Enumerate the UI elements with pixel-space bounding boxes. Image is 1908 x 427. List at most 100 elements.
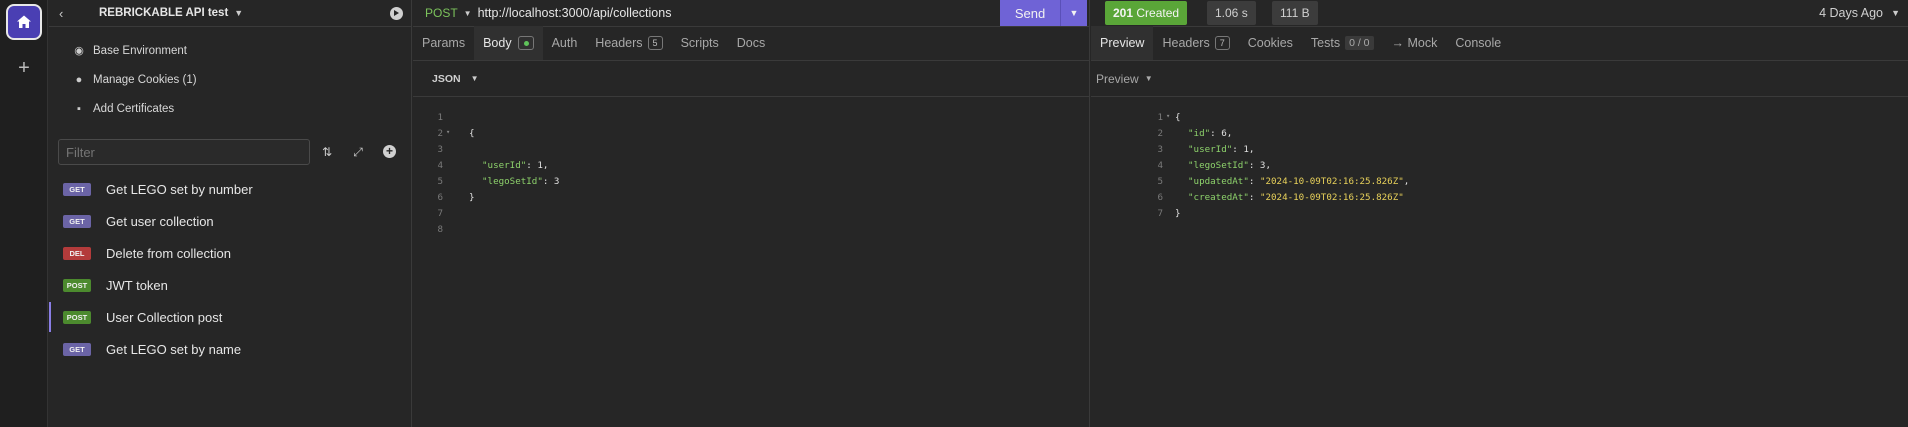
tab-body[interactable]: Body (474, 26, 543, 60)
tab-mock[interactable]: → Mock (1383, 26, 1447, 60)
app-rail: + (0, 0, 48, 427)
filter-input[interactable] (58, 139, 310, 165)
request-item-active[interactable]: POST User Collection post (49, 302, 411, 332)
request-name: Delete from collection (106, 245, 231, 261)
send-options-chevron-icon[interactable]: ▼ (1060, 0, 1087, 26)
code-line: "userId": 1, (1188, 144, 1254, 155)
request-item[interactable]: GET Get user collection (49, 206, 411, 236)
response-tabs: Preview Headers 7 Cookies Tests 0 / 0 → Mo… (1091, 26, 1908, 61)
tab-tests[interactable]: Tests 0 / 0 (1302, 26, 1383, 60)
manage-cookies-item[interactable]: ● Manage Cookies (1) (73, 70, 197, 90)
request-item[interactable]: DEL Delete from collection (49, 238, 411, 268)
method-badge: GET (63, 342, 91, 356)
add-workspace-button[interactable]: + (12, 56, 36, 80)
response-body-viewer: 1 2 3 4 5 6 7 ▾ { "id": 6, "userId": 1, … (1091, 112, 1908, 222)
json-value: , (1403, 176, 1410, 187)
chevron-down-icon[interactable]: ▼ (471, 74, 479, 83)
send-label: Send (1014, 5, 1046, 21)
tab-scripts[interactable]: Scripts (672, 26, 728, 60)
back-icon[interactable]: ‹ (59, 6, 79, 21)
manage-cookies-label: Manage Cookies (1) (93, 74, 197, 86)
request-item[interactable]: GET Get LEGO set by number (49, 174, 411, 204)
tab-label: Body (483, 36, 512, 50)
sidebar: ‹ REBRICKABLE API test ▼ ◉ Base Environm… (49, 0, 412, 427)
tab-console[interactable]: Console (1446, 26, 1510, 60)
method-badge: DEL (63, 246, 91, 260)
tab-label: → Mock (1391, 36, 1438, 50)
method-select[interactable]: POST (425, 6, 458, 20)
json-colon: : (1248, 176, 1260, 187)
request-body-editor[interactable]: 1 2 3 4 5 6 7 8 ▾ { "userId": 1, "legoSe… (413, 112, 1090, 235)
tab-params[interactable]: Params (413, 26, 474, 60)
status-badge: 201 Created (1105, 1, 1188, 25)
json-key: "id" (1188, 128, 1211, 139)
tab-cookies[interactable]: Cookies (1239, 26, 1302, 60)
method-badge: GET (63, 182, 91, 196)
collection-title[interactable]: REBRICKABLE API test (99, 7, 228, 19)
plus-icon: + (18, 57, 30, 79)
request-name: Get user collection (106, 213, 214, 229)
add-request-button[interactable]: + (383, 145, 396, 158)
line-number: 3 (1157, 144, 1163, 155)
code-line: "legoSetId": 3, (1188, 160, 1271, 171)
url-input[interactable]: http://localhost:3000/api/collections (478, 6, 672, 20)
headers-count-badge: 5 (647, 36, 663, 50)
tab-label: Headers (1162, 36, 1210, 50)
globe-icon: ◉ (74, 45, 84, 57)
request-item[interactable]: GET Get LEGO set by name (49, 334, 411, 364)
base-environment-item[interactable]: ◉ Base Environment (73, 41, 187, 61)
certificate-icon: ▪ (77, 103, 81, 115)
tab-label: Console (1455, 36, 1502, 50)
expand-icon[interactable]: ⤢ (349, 143, 367, 161)
json-colon: : (1248, 192, 1260, 203)
add-certificates-label: Add Certificates (93, 103, 175, 115)
body-format-select[interactable]: JSON (432, 73, 461, 85)
send-button[interactable]: Send ▼ (1000, 0, 1087, 26)
fold-icon[interactable]: ▾ (446, 128, 450, 136)
status-code: 201 (1113, 6, 1134, 20)
history-select[interactable]: 4 Days Ago (1819, 6, 1883, 20)
tab-auth[interactable]: Auth (543, 26, 587, 60)
run-collection-icon[interactable] (390, 7, 403, 20)
request-item[interactable]: POST JWT token (49, 270, 411, 300)
code-line: "createdAt": "2024-10-09T02:16:25.826Z" (1188, 192, 1404, 203)
preview-mode-bar: Preview ▼ (1091, 61, 1908, 97)
sort-icon[interactable]: ⇅ (318, 143, 336, 161)
line-number: 5 (1157, 176, 1163, 187)
json-key: "createdAt" (1188, 192, 1249, 203)
fold-icon[interactable]: ▾ (1166, 112, 1170, 120)
home-button[interactable] (6, 4, 42, 40)
chevron-down-icon[interactable]: ▼ (464, 9, 472, 18)
json-key: "updatedAt" (1188, 176, 1249, 187)
line-number: 3 (437, 144, 443, 155)
tab-docs[interactable]: Docs (728, 26, 774, 60)
chevron-down-icon[interactable]: ▼ (1145, 74, 1153, 83)
add-certificates-item[interactable]: ▪ Add Certificates (73, 99, 174, 119)
code-line: { (1175, 112, 1181, 123)
line-number: 8 (437, 224, 443, 235)
json-value: : 3 (542, 176, 560, 187)
request-name: Get LEGO set by name (106, 341, 242, 357)
tab-response-headers[interactable]: Headers 7 (1153, 26, 1238, 60)
tab-headers[interactable]: Headers 5 (586, 26, 671, 60)
tab-label: Auth (551, 36, 578, 50)
base-environment-label: Base Environment (93, 45, 187, 57)
tab-label: Tests (1310, 36, 1341, 50)
code-line: } (469, 192, 475, 203)
response-status-bar: 201 Created 1.06 s 111 B 4 Days Ago ▼ (1091, 0, 1908, 27)
request-name: User Collection post (106, 309, 223, 325)
home-icon (17, 15, 31, 28)
url-bar: POST ▼ http://localhost:3000/api/collect… (413, 0, 1089, 27)
tab-label: Cookies (1247, 36, 1293, 50)
chevron-down-icon[interactable]: ▼ (234, 8, 243, 18)
cookie-icon: ● (75, 74, 83, 86)
tab-label: Docs (736, 36, 766, 50)
code-line: { (469, 128, 475, 139)
preview-mode-select[interactable]: Preview (1096, 72, 1139, 86)
request-tabs: Params Body Auth Headers 5 Scripts Docs (413, 26, 1089, 61)
code-line: "legoSetId": 3 (482, 176, 559, 187)
line-number: 7 (437, 208, 443, 219)
tab-preview[interactable]: Preview (1091, 26, 1154, 60)
line-number: 4 (1157, 160, 1163, 171)
chevron-down-icon[interactable]: ▼ (1891, 8, 1900, 18)
